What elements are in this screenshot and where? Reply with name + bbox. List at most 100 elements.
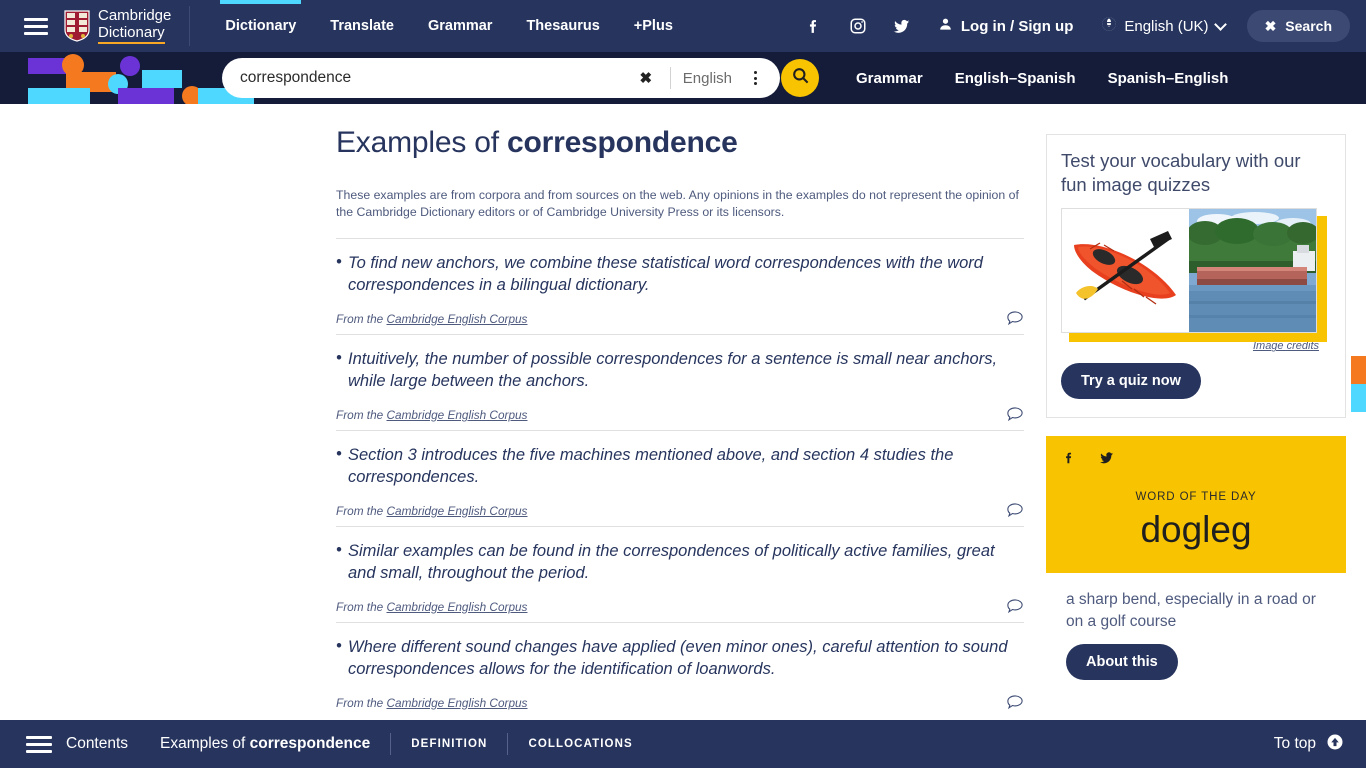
search-link-spanish-english[interactable]: Spanish–English (1092, 70, 1245, 87)
example-source: From the Cambridge English Corpus (336, 504, 527, 518)
page-root: Cambridge Dictionary Dictionary Translat… (0, 0, 1366, 768)
facebook-icon[interactable] (792, 0, 836, 52)
example-sentence: Similar examples can be found in the cor… (336, 540, 1024, 585)
kayak-photo (1062, 209, 1188, 333)
example-meta: From the Cambridge English Corpus (336, 694, 1024, 710)
example-source: From the Cambridge English Corpus (336, 408, 527, 422)
examples-list: To find new anchors, we combine these st… (336, 238, 1024, 717)
quiz-card-title: Test your vocabulary with our fun image … (1061, 150, 1301, 195)
breadcrumb[interactable]: Examples of correspondence (160, 735, 370, 753)
example-source: From the Cambridge English Corpus (336, 600, 527, 614)
example-sentence: Where different sound changes have appli… (336, 636, 1024, 681)
quiz-image-wrapper[interactable] (1061, 208, 1327, 343)
search-submit-button[interactable] (781, 59, 819, 97)
word-of-the-day-share (1062, 450, 1330, 471)
example-source-link[interactable]: Cambridge English Corpus (386, 504, 527, 518)
word-of-the-day-body: a sharp bend, especially in a road or on… (1046, 573, 1346, 701)
twitter-icon[interactable] (880, 0, 924, 52)
word-of-the-day-definition: a sharp bend, especially in a road or on… (1066, 591, 1316, 631)
arrow-up-circle-icon (1326, 733, 1344, 756)
example-source-link[interactable]: Cambridge English Corpus (386, 696, 527, 710)
quiz-images (1061, 208, 1317, 334)
search-link-english-spanish[interactable]: English–Spanish (939, 70, 1092, 87)
speech-bubble-icon[interactable] (1006, 694, 1024, 710)
decorative-cyan-square (1351, 384, 1366, 413)
chevron-down-icon (1213, 17, 1227, 31)
page-title: Examples of correspondence (336, 126, 1024, 160)
example-source: From the Cambridge English Corpus (336, 312, 527, 326)
login-signup-label: Log in / Sign up (960, 17, 1074, 35)
nav-tab-dictionary[interactable]: Dictionary (208, 0, 313, 52)
image-quiz-card: Test your vocabulary with our fun image … (1046, 134, 1366, 419)
about-this-button[interactable]: About this (1066, 644, 1178, 681)
language-selector-label: English (UK) (1124, 17, 1209, 35)
hamburger-menu-icon[interactable] (24, 17, 48, 35)
search-language-selector[interactable]: English (683, 70, 732, 87)
facebook-icon[interactable] (1062, 450, 1076, 471)
nav-tab-thesaurus[interactable]: Thesaurus (509, 0, 616, 52)
example-source-prefix: From the (336, 503, 387, 518)
decorative-orange-square (1351, 356, 1366, 385)
to-top-label: To top (1273, 735, 1316, 752)
example-source-link[interactable]: Cambridge English Corpus (386, 600, 527, 614)
example-source-link[interactable]: Cambridge English Corpus (386, 312, 527, 326)
instagram-icon[interactable] (836, 0, 880, 52)
speech-bubble-icon[interactable] (1006, 502, 1024, 518)
primary-nav-tabs: Dictionary Translate Grammar Thesaurus +… (208, 0, 690, 52)
search-link-grammar[interactable]: Grammar (840, 70, 939, 87)
cambridge-dictionary-logo[interactable]: Cambridge Dictionary (64, 6, 191, 46)
page-title-word: correspondence (507, 126, 738, 159)
speech-bubble-icon[interactable] (1006, 310, 1024, 326)
globe-icon (1101, 16, 1117, 36)
close-icon: ✖ (1264, 18, 1277, 34)
example-meta: From the Cambridge English Corpus (336, 598, 1024, 614)
top-nav-right-group: Log in / Sign up English (UK) ✖ Search (792, 0, 1366, 52)
word-of-the-day-word[interactable]: dogleg (1062, 509, 1330, 551)
examples-disclaimer: These examples are from corpora and from… (336, 188, 1019, 219)
bottom-hamburger-menu-icon[interactable] (26, 735, 52, 753)
example-source-prefix: From the (336, 407, 387, 422)
example-item: To find new anchors, we combine these st… (336, 238, 1024, 334)
example-sentence: Intuitively, the number of possible corr… (336, 348, 1024, 393)
bottom-link-collocations[interactable]: COLLOCATIONS (528, 738, 632, 750)
bottom-bar-divider (390, 733, 392, 755)
example-meta: From the Cambridge English Corpus (336, 406, 1024, 422)
search-row-links: Grammar English–Spanish Spanish–English (840, 52, 1244, 104)
example-item: Where different sound changes have appli… (336, 621, 1024, 718)
user-avatar-icon (938, 16, 953, 36)
nav-tab-plus[interactable]: +Plus (617, 0, 690, 52)
contents-button[interactable]: Contents (66, 735, 128, 753)
word-of-the-day-label: WORD OF THE DAY (1135, 491, 1257, 504)
speech-bubble-icon[interactable] (1006, 598, 1024, 614)
speech-bubble-icon[interactable] (1006, 406, 1024, 422)
bottom-bar: Contents Examples of correspondence DEFI… (0, 720, 1366, 768)
language-selector-button[interactable]: English (UK) (1087, 16, 1238, 36)
barge-photo (1188, 209, 1316, 333)
nav-tab-translate[interactable]: Translate (313, 0, 411, 52)
brand-text: Cambridge Dictionary (98, 8, 171, 44)
search-toggle-button[interactable]: ✖ Search (1246, 10, 1350, 42)
example-source-prefix: From the (336, 599, 387, 614)
example-sentence: Section 3 introduces the five machines m… (336, 444, 1024, 489)
main-content-area: Examples of correspondence These example… (0, 104, 1366, 720)
more-options-icon[interactable] (742, 65, 768, 91)
example-meta: From the Cambridge English Corpus (336, 502, 1024, 518)
nav-tab-grammar[interactable]: Grammar (411, 0, 509, 52)
to-top-button[interactable]: To top (1274, 733, 1366, 756)
bottom-bar-divider (507, 733, 509, 755)
breadcrumb-prefix: Examples of (160, 735, 250, 752)
example-source-prefix: From the (336, 312, 387, 327)
login-signup-button[interactable]: Log in / Sign up (924, 16, 1087, 36)
word-of-the-day-header: WORD OF THE DAY dogleg (1046, 436, 1346, 574)
search-input[interactable] (222, 69, 632, 87)
example-sentence: To find new anchors, we combine these st… (336, 252, 1024, 297)
search-box: ✖ English (222, 58, 780, 98)
clear-search-icon[interactable]: ✖ (632, 69, 660, 87)
twitter-icon[interactable] (1098, 450, 1115, 471)
bottom-link-definition[interactable]: DEFINITION (411, 738, 487, 750)
example-item: Similar examples can be found in the cor… (336, 525, 1024, 622)
try-a-quiz-button[interactable]: Try a quiz now (1061, 363, 1201, 400)
cambridge-crest-icon (64, 10, 90, 42)
example-source-link[interactable]: Cambridge English Corpus (386, 408, 527, 422)
top-navigation-bar: Cambridge Dictionary Dictionary Translat… (0, 0, 1366, 52)
